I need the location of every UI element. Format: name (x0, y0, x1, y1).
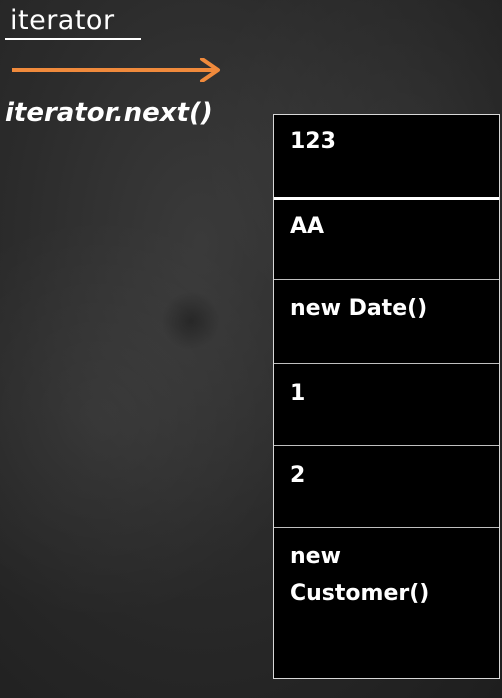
iterator-next-call-label: iterator.next() (5, 98, 213, 128)
iterator-label: iterator (10, 5, 115, 36)
collection-element: AA (274, 197, 499, 279)
collection-element: 123 (290, 129, 336, 154)
pointer-arrow-icon (12, 58, 220, 82)
collection-element: new Date() (274, 279, 499, 363)
collection-element: new Customer() (274, 527, 499, 678)
collection-element: 2 (274, 445, 499, 527)
collection-stack: 123 AA new Date() 1 2 new Customer() (273, 114, 500, 679)
iterator-underline (5, 38, 141, 40)
collection-element: 1 (274, 363, 499, 445)
